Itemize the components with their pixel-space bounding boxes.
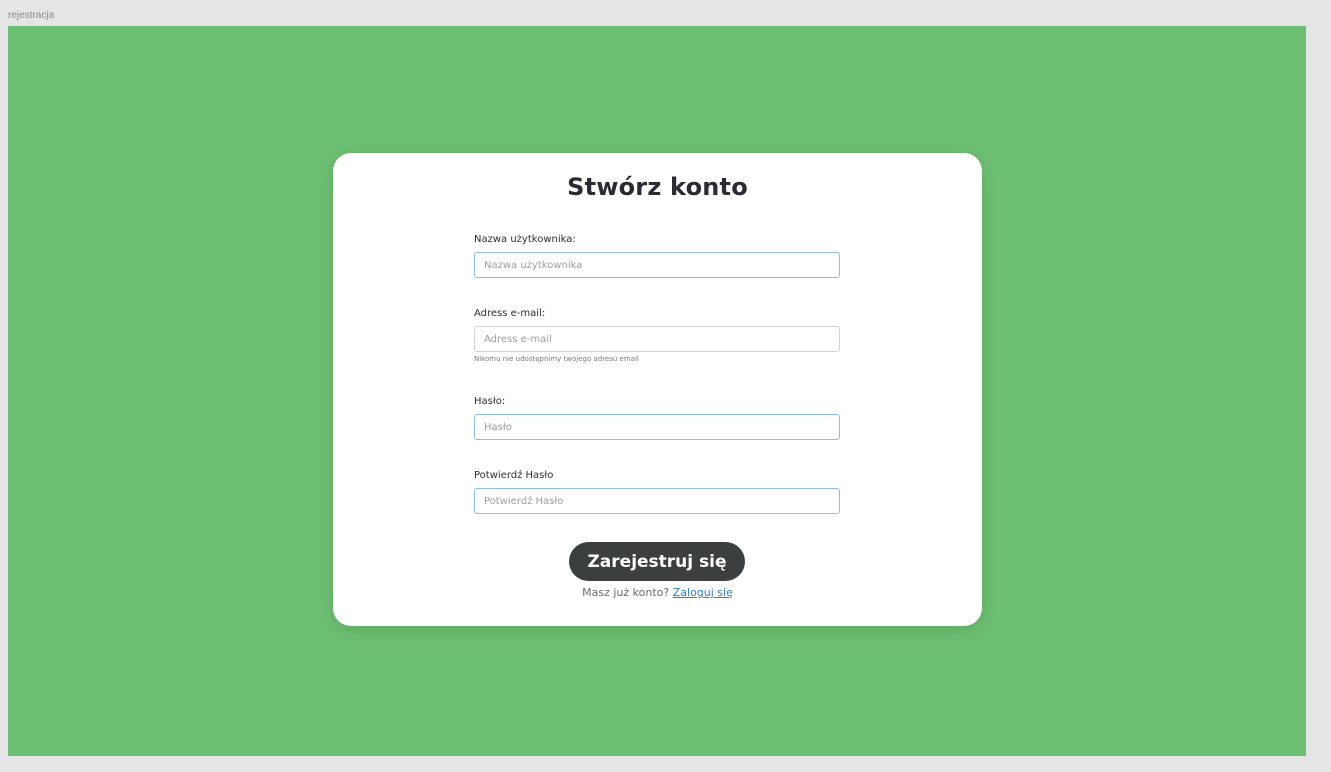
username-input[interactable] bbox=[474, 252, 840, 278]
login-prompt-line: Masz już konto? Zaloguj się bbox=[333, 586, 982, 599]
email-group: Adress e-mail: Nikomu nie udostępnimy tw… bbox=[474, 307, 840, 363]
email-label: Adress e-mail: bbox=[474, 308, 546, 319]
register-button[interactable]: Zarejestruj się bbox=[569, 542, 745, 581]
frame-label: rejestracja bbox=[8, 10, 55, 21]
page-title: Stwórz konto bbox=[567, 173, 748, 201]
login-prompt-text: Masz już konto? bbox=[582, 586, 670, 599]
registration-frame: Stwórz konto Nazwa użytkownika: Adress e… bbox=[8, 26, 1306, 756]
login-link[interactable]: Zaloguj się bbox=[673, 586, 733, 599]
email-input[interactable] bbox=[474, 326, 840, 352]
email-help-text: Nikomu nie udostępnimy twojego adresu em… bbox=[474, 355, 639, 363]
registration-card: Stwórz konto Nazwa użytkownika: Adress e… bbox=[333, 153, 982, 626]
username-label: Nazwa użytkownika: bbox=[474, 234, 576, 245]
confirm-password-input[interactable] bbox=[474, 488, 840, 514]
confirm-password-label: Potwierdź Hasło bbox=[474, 470, 554, 481]
password-input[interactable] bbox=[474, 414, 840, 440]
password-group: Hasło: bbox=[474, 395, 840, 440]
confirm-password-group: Potwierdź Hasło bbox=[474, 469, 840, 514]
username-group: Nazwa użytkownika: bbox=[474, 233, 840, 278]
password-label: Hasło: bbox=[474, 396, 506, 407]
